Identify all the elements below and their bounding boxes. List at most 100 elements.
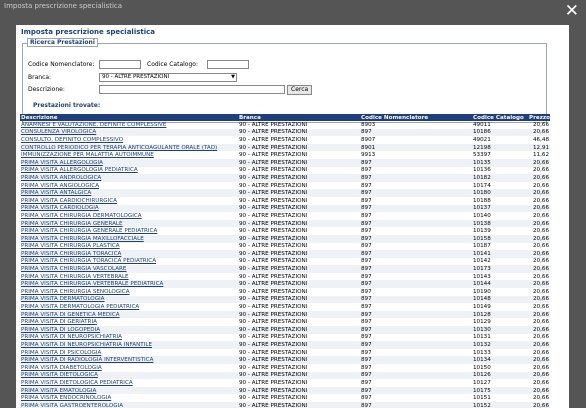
cell-descrizione[interactable]: PRIMA VISITA DIABETOLOGIA: [20, 364, 238, 372]
cell-descrizione[interactable]: PRIMA VISITA EMATOLOGIA: [20, 386, 238, 395]
cell-descrizione[interactable]: PRIMA VISITA DIETOLOGICA PEDIATRICA: [20, 379, 238, 387]
table-row[interactable]: PRIMA VISITA ANGIOLOGICA 90 - ALTRE PREST…: [20, 182, 550, 190]
table-row[interactable]: PRIMA VISITA CHIRURGIA VERTEBRALE PEDIAT…: [20, 280, 550, 289]
table-row[interactable]: PRIMA VISITA DIABETOLOGIA 90 - ALTRE PRES…: [20, 364, 550, 372]
table-row[interactable]: PRIMA VISITA CHIRURGIA DERMATOLOGICA 90 -…: [20, 212, 550, 220]
cell-descrizione[interactable]: PRIMA VISITA DI GENETICA MEDICA: [20, 310, 238, 319]
table-row[interactable]: PRIMA VISITA CHIRURGIA PLASTICA 90 - ALTR…: [20, 243, 550, 251]
cell-descrizione[interactable]: PRIMA VISITA DIETOLOGICA: [20, 371, 238, 380]
cell-descrizione[interactable]: PRIMA VISITA CHIRURGIA GENERALE PEDIATRI…: [20, 227, 238, 235]
cell-codice-nomenclatore: 897: [360, 204, 472, 213]
table-row[interactable]: PRIMA VISITA DI NEUROPSICHIATRIA 90 - ALT…: [20, 334, 550, 342]
table-row[interactable]: PRIMA VISITA DERMATOLOGIA PEDIATRICA 90 -…: [20, 303, 550, 311]
table-row[interactable]: PRIMA VISITA ALLERGOLOGIA 90 - ALTRE PRES…: [20, 158, 550, 167]
table-row[interactable]: PRIMA VISITA CHIRURGIA GENERALE 90 - ALTR…: [20, 219, 550, 228]
table-row[interactable]: PRIMA VISITA DI LOGOPEDIA 90 - ALTRE PRES…: [20, 326, 550, 334]
cell-descrizione[interactable]: PRIMA VISITA ALLERGOLOGIA PEDIATRICA: [20, 167, 238, 175]
cell-descrizione[interactable]: PRIMA VISITA DERMATOLOGIA: [20, 295, 238, 304]
cell-descrizione[interactable]: PRIMA VISITA DI NEUROPSICHIATRIA INFANTI…: [20, 341, 238, 349]
table-row[interactable]: CONSULENZA VIROLOGICA 90 - ALTRE PRESTAZI…: [20, 128, 550, 137]
table-row[interactable]: CONSULTO, DEFINITO COMPLESSIVO 90 - ALTRE…: [20, 136, 550, 144]
table-row[interactable]: PRIMA VISITA CHIRURGIA MAXILLOFACCIALE 90…: [20, 234, 550, 243]
descrizione-input[interactable]: [99, 85, 285, 94]
cell-codice-nomenclatore: 897: [361, 304, 372, 311]
table-row[interactable]: PRIMA VISITA CHIRURGIA SENOLOGICA 90 - AL…: [20, 288, 550, 296]
cell-descrizione[interactable]: PRIMA VISITA CARDIOCHIRURGICA: [20, 197, 238, 205]
cell-branca: 90 - ALTRE PRESTAZIONI: [239, 167, 308, 174]
cell-prezzo: 20,66: [528, 371, 550, 380]
table-row[interactable]: PRIMA VISITA GASTROENTEROLOGIA 90 - ALTRE…: [20, 401, 550, 408]
cell-descrizione[interactable]: PRIMA VISITA CHIRURGIA MAXILLOFACCIALE: [20, 234, 238, 243]
table-row[interactable]: ANAMNESI E VALUTAZIONE, DEFINITE COMPLES…: [20, 121, 550, 129]
cell-codice-catalogo: 10173: [472, 265, 528, 273]
cell-descrizione[interactable]: PRIMA VISITA DI PSICOLOGIA: [20, 349, 238, 357]
cell-descrizione[interactable]: PRIMA VISITA CHIRURGIA VERTEBRALE: [20, 273, 238, 281]
cell-descrizione[interactable]: PRIMA VISITA ANTALGICA: [20, 189, 238, 197]
table-row[interactable]: PRIMA VISITA ANDROLOGICA 90 - ALTRE PREST…: [20, 174, 550, 182]
cell-descrizione[interactable]: PRIMA VISITA DI GERIATRIA: [20, 318, 238, 326]
cell-branca: 90 - ALTRE PRESTAZIONI: [238, 250, 360, 258]
table-row[interactable]: PRIMA VISITA DI GERIATRIA 90 - ALTRE PRES…: [20, 318, 550, 326]
cell-descrizione[interactable]: PRIMA VISITA CHIRURGIA DERMATOLOGICA: [20, 212, 238, 220]
cell-descrizione[interactable]: PRIMA VISITA ENDOCRINOLOGIA: [20, 394, 238, 402]
cell-descrizione[interactable]: PRIMA VISITA DI LOGOPEDIA: [20, 326, 238, 334]
table-row[interactable]: CONTROLLO PERIODICO PER TERAPIA ANTICOAG…: [20, 143, 550, 152]
cell-descrizione[interactable]: PRIMA VISITA CHIRURGIA GENERALE: [20, 219, 238, 228]
header-descrizione[interactable]: Descrizione: [20, 114, 238, 121]
cell-descrizione[interactable]: PRIMA VISITA CARDIOLOGIA: [20, 204, 238, 213]
table-row[interactable]: PRIMA VISITA DIETOLOGICA 90 - ALTRE PREST…: [20, 371, 550, 380]
cell-prezzo: 20,66: [532, 319, 549, 326]
cell-codice-catalogo: 10174: [473, 182, 491, 189]
cell-descrizione[interactable]: PRIMA VISITA DI NEUROPSICHIATRIA: [20, 334, 238, 342]
cell-codice-catalogo: 10152: [472, 401, 528, 408]
cell-descrizione[interactable]: CONTROLLO PERIODICO PER TERAPIA ANTICOAG…: [20, 143, 238, 152]
codice-catalogo-input[interactable]: [207, 60, 249, 69]
cell-descrizione[interactable]: PRIMA VISITA GASTROENTEROLOGIA: [20, 401, 238, 408]
branca-select[interactable]: 90 - ALTRE PRESTAZIONI ▼: [99, 73, 237, 82]
cell-descrizione[interactable]: PRIMA VISITA DERMATOLOGIA PEDIATRICA: [20, 303, 238, 311]
header-codice-nomenclatore[interactable]: Codice Nomenclatore: [360, 114, 472, 121]
table-row[interactable]: PRIMA VISITA CARDIOLOGIA 90 - ALTRE PREST…: [20, 204, 550, 213]
cell-descrizione[interactable]: ANAMNESI E VALUTAZIONE, DEFINITE COMPLES…: [20, 121, 238, 129]
cell-descrizione[interactable]: PRIMA VISITA ALLERGOLOGIA: [20, 158, 238, 167]
codice-nomenclatore-input[interactable]: [99, 60, 141, 69]
cell-descrizione[interactable]: PRIMA VISITA CHIRURGIA TORACICA: [20, 250, 238, 258]
table-row[interactable]: PRIMA VISITA CHIRURGIA VERTEBRALE 90 - AL…: [20, 273, 550, 281]
table-row[interactable]: PRIMA VISITA DI PSICOLOGIA 90 - ALTRE PRE…: [20, 349, 550, 357]
cell-codice-catalogo: 49011: [473, 121, 491, 128]
header-codice-catalogo[interactable]: Codice Catalogo: [472, 114, 528, 121]
cell-descrizione[interactable]: PRIMA VISITA DI RADIOLOGIA INTERVENTISTI…: [20, 356, 238, 364]
cell-descrizione[interactable]: PRIMA VISITA CHIRURGIA SENOLOGICA: [20, 288, 238, 296]
table-row[interactable]: PRIMA VISITA DIETOLOGICA PEDIATRICA 90 - …: [20, 379, 550, 387]
table-row[interactable]: PRIMA VISITA EMATOLOGIA 90 - ALTRE PRESTA…: [20, 386, 550, 395]
table-row[interactable]: PRIMA VISITA CHIRURGIA TORACICA 90 - ALTR…: [20, 250, 550, 258]
table-row[interactable]: PRIMA VISITA CHIRURGIA VASCOLARE 90 - ALT…: [20, 265, 550, 273]
cell-codice-catalogo: 10150: [473, 364, 491, 371]
table-row[interactable]: IMMUNIZZAZIONE PER MALATTIA AUTOIMMUNE 90…: [20, 151, 550, 159]
cell-descrizione[interactable]: PRIMA VISITA ANGIOLOGICA: [20, 182, 238, 190]
cell-descrizione[interactable]: PRIMA VISITA CHIRURGIA TORACICA PEDIATRI…: [20, 258, 238, 266]
table-row[interactable]: PRIMA VISITA ANTALGICA 90 - ALTRE PRESTAZ…: [20, 189, 550, 197]
cell-descrizione[interactable]: PRIMA VISITA CHIRURGIA VERTEBRALE PEDIAT…: [20, 280, 238, 289]
cell-descrizione[interactable]: IMMUNIZZAZIONE PER MALATTIA AUTOIMMUNE: [20, 151, 238, 159]
close-icon[interactable]: ✕: [565, 2, 579, 20]
table-row[interactable]: PRIMA VISITA CHIRURGIA GENERALE PEDIATRI…: [20, 227, 550, 235]
table-row[interactable]: PRIMA VISITA DI NEUROPSICHIATRIA INFANTI…: [20, 341, 550, 349]
table-row[interactable]: PRIMA VISITA CHIRURGIA TORACICA PEDIATRI…: [20, 258, 550, 266]
table-row[interactable]: PRIMA VISITA DI GENETICA MEDICA 90 - ALTR…: [20, 310, 550, 319]
table-row[interactable]: PRIMA VISITA DERMATOLOGIA 90 - ALTRE PRES…: [20, 295, 550, 304]
table-row[interactable]: PRIMA VISITA ENDOCRINOLOGIA 90 - ALTRE PR…: [20, 394, 550, 402]
table-row[interactable]: PRIMA VISITA CARDIOCHIRURGICA 90 - ALTRE …: [20, 197, 550, 205]
cell-descrizione[interactable]: PRIMA VISITA CHIRURGIA PLASTICA: [20, 243, 238, 251]
cell-descrizione[interactable]: CONSULTO, DEFINITO COMPLESSIVO: [20, 136, 238, 144]
header-branca[interactable]: Branca: [238, 114, 360, 121]
cell-descrizione[interactable]: PRIMA VISITA CHIRURGIA VASCOLARE: [20, 265, 238, 273]
cell-descrizione[interactable]: CONSULENZA VIROLOGICA: [20, 128, 238, 137]
table-row[interactable]: PRIMA VISITA ALLERGOLOGIA PEDIATRICA 90 -…: [20, 167, 550, 175]
cell-codice-nomenclatore: 897: [360, 158, 472, 167]
cell-descrizione[interactable]: PRIMA VISITA ANDROLOGICA: [20, 174, 238, 182]
background-title: Imposta prescrizione specialistica: [4, 2, 123, 10]
search-button[interactable]: Cerca: [287, 85, 313, 95]
table-row[interactable]: PRIMA VISITA DI RADIOLOGIA INTERVENTISTI…: [20, 356, 550, 364]
header-prezzo[interactable]: Prezzo: [528, 114, 550, 121]
